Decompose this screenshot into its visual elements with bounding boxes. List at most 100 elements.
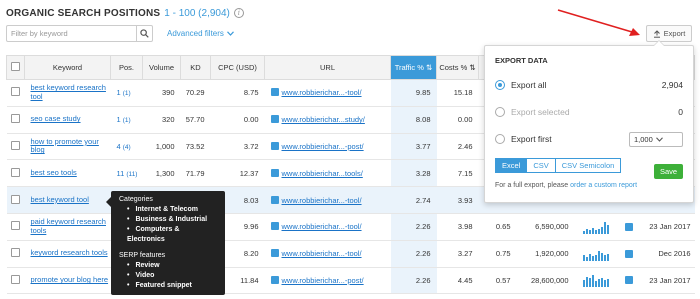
keyword-link[interactable]: seo case study [24, 106, 111, 134]
url-cell[interactable]: www.robbierichar...-tool/ [264, 79, 391, 107]
row-checkbox[interactable] [6, 106, 25, 134]
url-link[interactable]: www.robbierichar...-tool/ [282, 222, 362, 231]
export-selected-count: 0 [678, 107, 683, 117]
row-checkbox[interactable] [6, 159, 25, 188]
export-all-radio[interactable] [495, 80, 505, 90]
url-link[interactable]: www.robbierichar...-tool/ [282, 249, 362, 258]
info-icon[interactable]: i [233, 8, 244, 18]
export-note: For a full export, please order a custom… [495, 182, 683, 189]
column-cpc[interactable]: CPC (USD) [210, 55, 265, 80]
url-link[interactable]: www.robbierichar...-post/ [282, 276, 364, 285]
search-icon[interactable] [136, 26, 152, 41]
column-kd[interactable]: KD [180, 55, 211, 80]
keyword-filter-input[interactable] [7, 26, 136, 41]
keyword-link[interactable]: how to promote your blog [24, 133, 111, 161]
format-csv-semicolon[interactable]: CSV Semicolon [554, 158, 622, 173]
tooltip-serp-title: SERP features [119, 252, 166, 259]
last-update: 23 Jan 2017 [649, 275, 691, 285]
url-cell[interactable]: www.robbierichar...-tool/ [264, 240, 391, 268]
table-row: paid keyword research tools 9.96 www.rob… [6, 213, 695, 241]
export-first-radio[interactable] [495, 134, 505, 144]
export-selected-radio[interactable] [495, 107, 505, 117]
keyword-filter [6, 25, 153, 42]
column-traffic[interactable]: Traffic % ⇅ [390, 55, 437, 80]
url-cell[interactable]: www.robbierichar...-tool/ [264, 213, 391, 241]
tooltip-serp-feature: Review [127, 261, 217, 271]
tooltip-category: Internet & Telecom [127, 205, 217, 215]
url-link[interactable]: www.robbierichar...-tool/ [282, 196, 362, 205]
export-panel-title: EXPORT DATA [495, 56, 548, 65]
position-prev: (1) [122, 117, 131, 125]
keyword-link[interactable]: keyword research tools [24, 240, 111, 268]
row-checkbox[interactable] [6, 79, 25, 107]
custom-report-link[interactable]: order a custom report [570, 182, 637, 189]
sort-icon: ⇅ [425, 63, 433, 72]
keyword-link[interactable]: best keyword tool [24, 186, 111, 214]
row-checkbox[interactable] [6, 133, 25, 161]
format-excel[interactable]: Excel [495, 158, 528, 173]
calendar-icon[interactable] [624, 249, 633, 258]
export-dropdown: EXPORT DATA Export all 2,904 Export sele… [484, 40, 694, 203]
column-url[interactable]: URL [264, 55, 391, 80]
traffic-cell: 3.28 [390, 159, 437, 188]
export-first-select[interactable]: 1,000 [629, 131, 683, 147]
column-volume[interactable]: Volume [142, 55, 181, 80]
cpc-cell: 3.72 [210, 133, 265, 161]
cpc-cell: 8.75 [210, 79, 265, 107]
url-cell[interactable]: www.robbierichar...-tool/ [264, 186, 391, 214]
tooltip-serp-list: Review Video Featured snippet [119, 261, 217, 291]
competition-value: 0.65 [495, 222, 511, 232]
export-selected-option[interactable]: Export selected 0 [495, 104, 683, 120]
column-costs[interactable]: Costs % ⇅ [436, 55, 479, 80]
traffic-cell: 9.85 [390, 79, 437, 107]
keyword-link[interactable]: best seo tools [24, 159, 111, 188]
column-costs-label: Costs % [439, 63, 468, 72]
external-link-icon [270, 275, 279, 284]
table-row: keyword research tools 8.20 www.robbieri… [6, 240, 695, 268]
row-checkbox[interactable] [6, 240, 25, 268]
calendar-icon[interactable] [624, 222, 633, 231]
position-cell: 1 (1) [110, 79, 143, 107]
keyword-link[interactable]: promote your blog here [24, 267, 111, 295]
costs-cell: 15.18 [436, 79, 479, 107]
url-cell[interactable]: www.robbierichar...tools/ [264, 159, 391, 188]
advanced-filters-toggle[interactable]: Advanced filters [167, 29, 234, 38]
last-update: Dec 2016 [658, 249, 691, 259]
traffic-cell: 2.26 [390, 213, 437, 241]
export-first-option[interactable]: Export first 1,000 [495, 131, 683, 147]
url-cell[interactable]: www.robbierichar...-post/ [264, 133, 391, 161]
cpc-cell: 12.37 [210, 159, 265, 188]
save-button[interactable]: Save [654, 164, 683, 179]
external-link-icon [270, 88, 279, 97]
external-link-icon [270, 141, 279, 150]
row-checkbox[interactable] [6, 186, 25, 214]
external-link-icon [270, 168, 279, 177]
row-checkbox[interactable] [6, 267, 25, 295]
row-checkbox[interactable] [6, 213, 25, 241]
url-link[interactable]: www.robbierichar...-post/ [282, 142, 364, 151]
calendar-icon[interactable] [624, 276, 633, 285]
format-csv[interactable]: CSV [526, 158, 556, 173]
export-all-option[interactable]: Export all 2,904 [495, 77, 683, 93]
url-link[interactable]: www.robbierichar...study/ [282, 115, 365, 124]
url-link[interactable]: www.robbierichar...-tool/ [282, 88, 362, 97]
position-value: 11 [116, 168, 125, 178]
costs-cell: 2.46 [436, 133, 479, 161]
keyword-link[interactable]: paid keyword research tools [24, 213, 111, 241]
tooltip-categories-list: Internet & Telecom Business & Industrial… [119, 205, 217, 245]
kd-cell: 73.52 [180, 133, 211, 161]
select-all-checkbox[interactable] [6, 55, 25, 80]
advanced-filters-label: Advanced filters [167, 29, 224, 38]
url-link[interactable]: www.robbierichar...tools/ [282, 169, 363, 178]
url-cell[interactable]: www.robbierichar...study/ [264, 106, 391, 134]
column-position[interactable]: Pos. [110, 55, 143, 80]
trend-sparkline [582, 247, 617, 261]
export-all-label: Export all [511, 80, 547, 90]
costs-cell: 3.93 [436, 186, 479, 214]
chevron-down-icon [226, 31, 234, 36]
keyword-link[interactable]: best keyword research tool [24, 79, 111, 107]
url-cell[interactable]: www.robbierichar...-post/ [264, 267, 391, 295]
column-keyword[interactable]: Keyword [24, 55, 111, 80]
sort-icon: ⇅ [469, 63, 476, 72]
column-traffic-label: Traffic % [394, 63, 424, 72]
